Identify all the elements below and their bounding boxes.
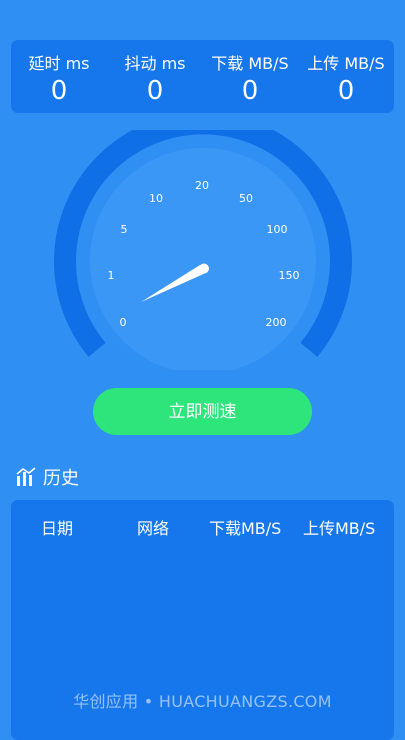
download-value: 0 (241, 76, 259, 106)
jitter-value: 0 (146, 76, 164, 106)
speed-gauge: 0 1 5 10 20 50 100 150 200 (54, 130, 352, 370)
upload-label: 上传 MB/S (307, 54, 385, 73)
upload-value: 0 (337, 76, 355, 106)
gauge-tick-5: 5 (121, 223, 128, 236)
history-header: 历史 (15, 462, 79, 492)
latency-stat: 延时 ms 0 (11, 40, 107, 113)
history-col-date: 日期 (41, 519, 74, 538)
gauge-tick-0: 0 (120, 316, 127, 329)
upload-stat: 上传 MB/S 0 (298, 40, 394, 113)
download-stat: 下载 MB/S 0 (202, 40, 298, 113)
bar-chart-icon (16, 467, 36, 486)
gauge-tick-200: 200 (266, 316, 287, 329)
gauge-tick-50: 50 (239, 192, 253, 205)
start-speed-test-button[interactable]: 立即测速 (93, 388, 312, 435)
gauge-tick-150: 150 (279, 269, 300, 282)
gauge-tick-1: 1 (108, 269, 115, 282)
history-title: 历史 (43, 468, 79, 489)
latency-value: 0 (50, 76, 68, 106)
jitter-label: 抖动 ms (124, 54, 186, 73)
gauge-tick-10: 10 (149, 192, 163, 205)
stats-panel: 延时 ms 0 抖动 ms 0 下载 MB/S 0 上传 MB/S 0 (11, 40, 394, 113)
watermark: 华创应用 • HUACHUANGZS.COM (73, 692, 332, 711)
gauge-tick-100: 100 (267, 223, 288, 236)
history-col-network: 网络 (137, 519, 170, 538)
history-col-upload: 上传MB/S (303, 519, 376, 538)
download-label: 下载 MB/S (211, 54, 289, 73)
jitter-stat: 抖动 ms 0 (107, 40, 203, 113)
history-col-download: 下载MB/S (209, 519, 282, 538)
latency-label: 延时 ms (28, 54, 90, 73)
gauge-tick-20: 20 (195, 179, 209, 192)
